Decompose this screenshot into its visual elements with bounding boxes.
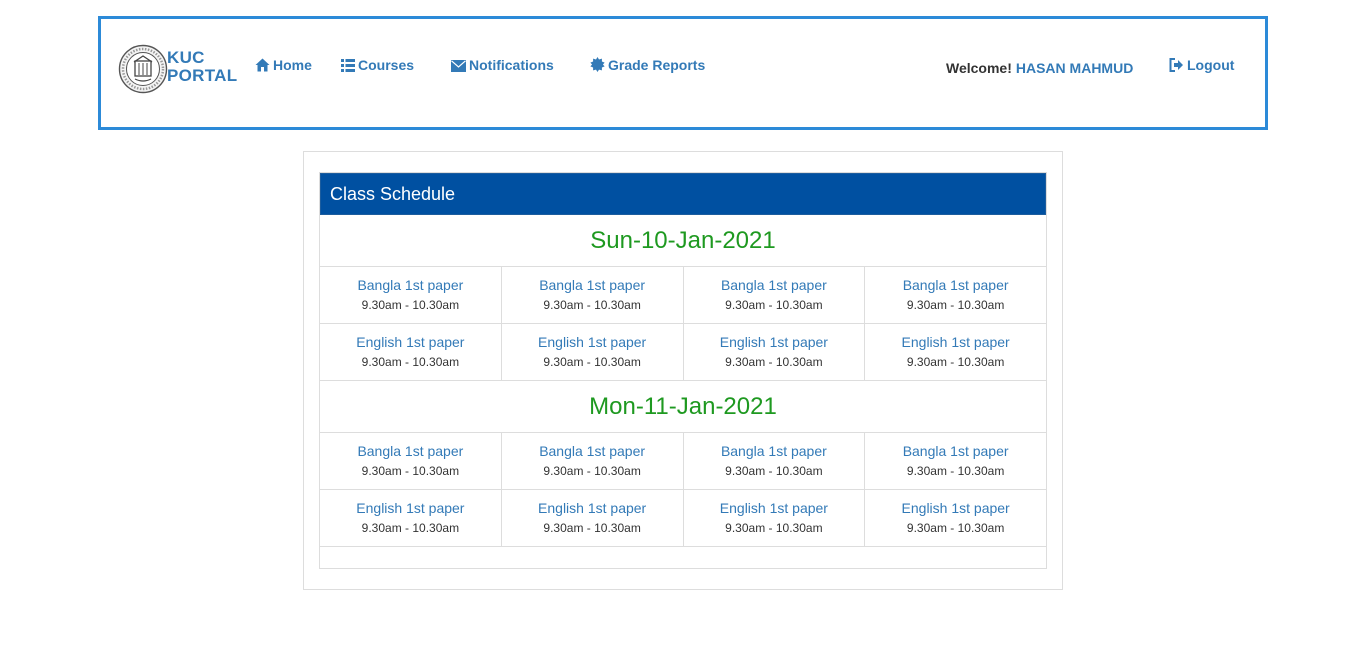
class-time: 9.30am - 10.30am: [543, 355, 641, 369]
schedule-row: English 1st paper 9.30am - 10.30am Englis…: [320, 324, 1046, 381]
schedule-cell: Bangla 1st paper 9.30am - 10.30am: [865, 267, 1046, 323]
course-link[interactable]: English 1st paper: [320, 334, 501, 350]
welcome-message: Welcome! HASAN MAHMUD: [946, 60, 1133, 76]
logout-label: Logout: [1187, 57, 1235, 73]
brand-line2: PORTAL: [167, 66, 238, 85]
course-link[interactable]: Bangla 1st paper: [502, 277, 683, 293]
welcome-label: Welcome!: [946, 60, 1012, 76]
schedule-cell: Bangla 1st paper 9.30am - 10.30am: [320, 433, 502, 489]
course-link[interactable]: Bangla 1st paper: [865, 277, 1046, 293]
university-seal-icon[interactable]: [118, 44, 168, 94]
class-time: 9.30am - 10.30am: [543, 298, 641, 312]
class-schedule-panel: Class Schedule Sun-10-Jan-2021 Bangla 1s…: [319, 172, 1047, 569]
brand-line1: KUC: [167, 48, 205, 67]
course-link[interactable]: Bangla 1st paper: [320, 277, 501, 293]
course-link[interactable]: Bangla 1st paper: [502, 443, 683, 459]
class-time: 9.30am - 10.30am: [906, 521, 1005, 535]
schedule-cell: English 1st paper 9.30am - 10.30am: [684, 490, 866, 546]
day-date-heading: Sun-10-Jan-2021: [320, 215, 1046, 267]
class-time: 9.30am - 10.30am: [361, 298, 460, 312]
schedule-cell: Bangla 1st paper 9.30am - 10.30am: [502, 433, 684, 489]
course-link[interactable]: Bangla 1st paper: [320, 443, 501, 459]
user-name-link[interactable]: HASAN MAHMUD: [1016, 60, 1133, 76]
list-icon: [341, 59, 355, 72]
nav-notifications[interactable]: Notifications: [451, 57, 554, 73]
class-time: 9.30am - 10.30am: [906, 355, 1005, 369]
course-link[interactable]: English 1st paper: [865, 334, 1046, 350]
schedule-cell: English 1st paper 9.30am - 10.30am: [502, 490, 684, 546]
schedule-cell: English 1st paper 9.30am - 10.30am: [320, 490, 502, 546]
nav-grade-reports[interactable]: Grade Reports: [590, 57, 705, 73]
schedule-cell: English 1st paper 9.30am - 10.30am: [320, 324, 502, 380]
schedule-cell: Bangla 1st paper 9.30am - 10.30am: [865, 433, 1046, 489]
schedule-row: English 1st paper 9.30am - 10.30am Englis…: [320, 490, 1046, 547]
nav-courses-label: Courses: [358, 57, 415, 73]
schedule-row: Bangla 1st paper 9.30am - 10.30am Bangla …: [320, 433, 1046, 490]
class-time: 9.30am - 10.30am: [906, 464, 1005, 478]
course-link[interactable]: English 1st paper: [502, 334, 683, 350]
class-time: 9.30am - 10.30am: [361, 355, 460, 369]
nav-home[interactable]: Home: [255, 57, 312, 73]
course-link[interactable]: Bangla 1st paper: [684, 443, 865, 459]
nav-home-label: Home: [273, 57, 312, 73]
nav-courses[interactable]: Courses: [341, 57, 414, 73]
schedule-cell: English 1st paper 9.30am - 10.30am: [684, 324, 866, 380]
class-time: 9.30am - 10.30am: [361, 464, 460, 478]
class-time: 9.30am - 10.30am: [543, 464, 641, 478]
envelope-icon: [451, 60, 466, 72]
schedule-container: Class Schedule Sun-10-Jan-2021 Bangla 1s…: [303, 151, 1063, 590]
course-link[interactable]: English 1st paper: [684, 500, 865, 516]
schedule-cell: Bangla 1st paper 9.30am - 10.30am: [320, 267, 502, 323]
schedule-cell: Bangla 1st paper 9.30am - 10.30am: [684, 433, 866, 489]
certificate-icon: [590, 57, 605, 72]
course-link[interactable]: Bangla 1st paper: [684, 277, 865, 293]
course-link[interactable]: English 1st paper: [320, 500, 501, 516]
class-time: 9.30am - 10.30am: [725, 355, 823, 369]
class-time: 9.30am - 10.30am: [906, 298, 1005, 312]
course-link[interactable]: English 1st paper: [865, 500, 1046, 516]
schedule-cell: English 1st paper 9.30am - 10.30am: [865, 490, 1046, 546]
class-time: 9.30am - 10.30am: [361, 521, 460, 535]
schedule-row: Bangla 1st paper 9.30am - 10.30am Bangla …: [320, 267, 1046, 324]
day-date-heading: Mon-11-Jan-2021: [320, 381, 1046, 433]
class-time: 9.30am - 10.30am: [543, 521, 641, 535]
class-time: 9.30am - 10.30am: [725, 521, 823, 535]
top-navbar: KUC PORTAL Home Courses Notifications Gr…: [98, 16, 1268, 130]
home-icon: [255, 58, 270, 72]
class-time: 9.30am - 10.30am: [725, 298, 823, 312]
course-link[interactable]: English 1st paper: [684, 334, 865, 350]
schedule-cell: Bangla 1st paper 9.30am - 10.30am: [502, 267, 684, 323]
schedule-cell: English 1st paper 9.30am - 10.30am: [865, 324, 1046, 380]
course-link[interactable]: English 1st paper: [502, 500, 683, 516]
course-link[interactable]: Bangla 1st paper: [865, 443, 1046, 459]
nav-notifications-label: Notifications: [469, 57, 554, 73]
schedule-cell: English 1st paper 9.30am - 10.30am: [502, 324, 684, 380]
nav-grade-reports-label: Grade Reports: [608, 57, 706, 73]
schedule-cell: Bangla 1st paper 9.30am - 10.30am: [684, 267, 866, 323]
panel-heading: Class Schedule: [320, 173, 1046, 215]
portal-brand[interactable]: KUC PORTAL: [167, 49, 237, 85]
logout-link[interactable]: Logout: [1169, 57, 1234, 73]
class-time: 9.30am - 10.30am: [725, 464, 823, 478]
logout-icon: [1169, 58, 1183, 72]
